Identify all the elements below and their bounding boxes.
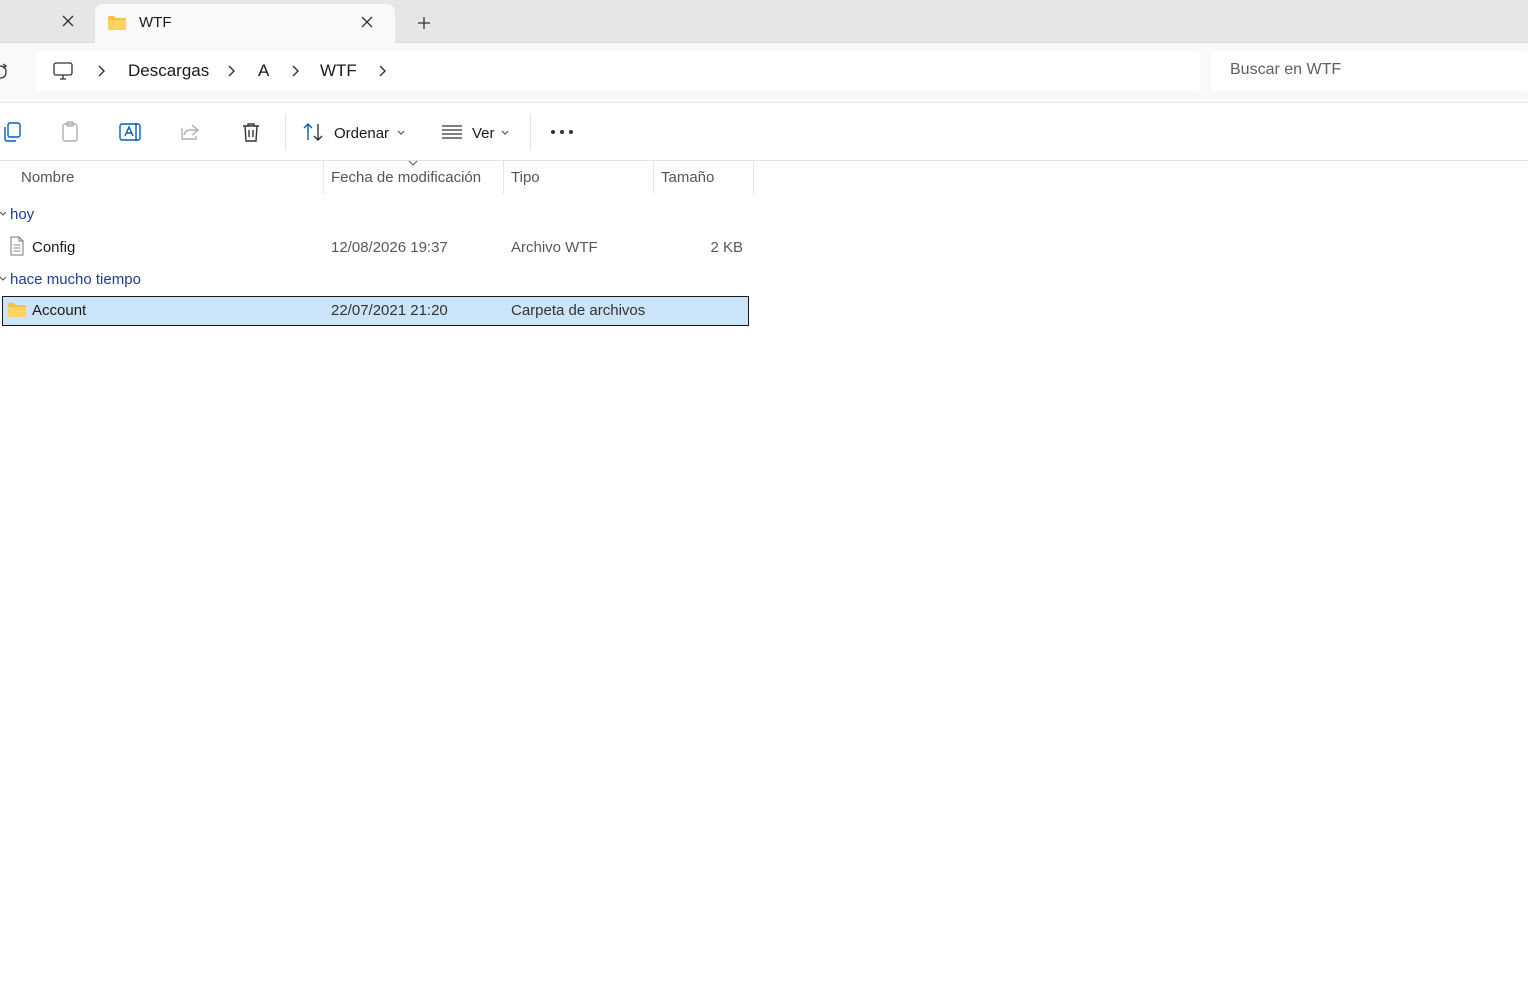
sort-indicator-icon [408,160,418,166]
column-divider[interactable] [653,160,654,194]
folder-date: 22/07/2021 21:20 [331,302,448,319]
list-item[interactable]: Config 12/08/2026 19:37 Archivo WTF 2 KB [2,234,747,262]
copy-icon[interactable] [0,120,24,144]
tab-wtf[interactable]: WTF [95,4,395,43]
folder-icon [107,14,127,32]
breadcrumb-wtf[interactable]: WTF [320,61,357,81]
share-icon[interactable] [178,120,202,144]
file-size: 2 KB [710,239,743,256]
search-placeholder: Buscar en WTF [1230,61,1342,78]
file-type: Archivo WTF [511,239,598,256]
new-tab-button[interactable] [412,11,436,35]
navigation-bar: Descargas A WTF Buscar en WTF [0,43,1528,103]
chevron-down-icon[interactable] [0,210,6,218]
more-options-icon[interactable] [550,129,574,135]
tab-strip: WTF [0,0,1528,43]
plus-icon [418,17,430,29]
column-header-row: Nombre Fecha de modificación Tipo Tamaño [0,160,753,194]
trash-icon[interactable] [239,120,263,144]
folder-name: Account [32,302,87,319]
search-input[interactable]: Buscar en WTF [1211,51,1528,91]
sort-button[interactable]: Ordenar [302,120,412,144]
column-divider[interactable] [753,160,754,194]
breadcrumb-a[interactable]: A [258,61,269,81]
column-divider[interactable] [323,160,324,194]
view-list-icon [442,125,462,139]
computer-icon[interactable] [52,60,74,82]
chevron-right-icon[interactable] [226,64,236,78]
folder-type: Carpeta de archivos [511,302,646,319]
column-header-type[interactable]: Tipo [511,169,540,186]
file-date: 12/08/2026 19:37 [331,239,448,256]
view-button[interactable]: Ver [441,120,513,144]
chevron-down-icon [501,130,509,135]
toolbar-separator [530,114,531,150]
column-divider[interactable] [503,160,504,194]
paste-icon[interactable] [58,120,82,144]
refresh-icon[interactable] [0,63,12,81]
tab-close-icon[interactable] [357,12,377,32]
sort-icon [303,123,323,141]
chevron-right-icon[interactable] [96,64,106,78]
group-header[interactable]: hoy [10,206,34,223]
tab-close-icon[interactable] [58,11,78,31]
rename-icon[interactable] [118,120,142,144]
tab-title: WTF [139,14,172,31]
breadcrumb-descargas[interactable]: Descargas [128,61,209,81]
column-header-date[interactable]: Fecha de modificación [331,169,481,186]
chevron-down-icon [397,130,405,135]
file-icon [10,236,24,256]
chevron-down-icon[interactable] [0,275,6,283]
list-item-selected[interactable]: Account 22/07/2021 21:20 Carpeta de arch… [2,296,749,326]
toolbar-separator [285,114,286,150]
chevron-right-icon[interactable] [290,64,300,78]
file-name: Config [32,239,76,256]
chevron-right-icon[interactable] [377,64,387,78]
folder-icon [8,303,26,317]
view-label: Ver [472,125,495,142]
column-header-name[interactable]: Nombre [21,169,74,186]
command-bar: Ordenar Ver [0,103,1528,161]
column-header-size[interactable]: Tamaño [661,169,714,186]
address-bar[interactable]: Descargas A WTF [36,51,1200,91]
sort-label: Ordenar [334,125,390,142]
group-header[interactable]: hace mucho tiempo [10,271,141,288]
